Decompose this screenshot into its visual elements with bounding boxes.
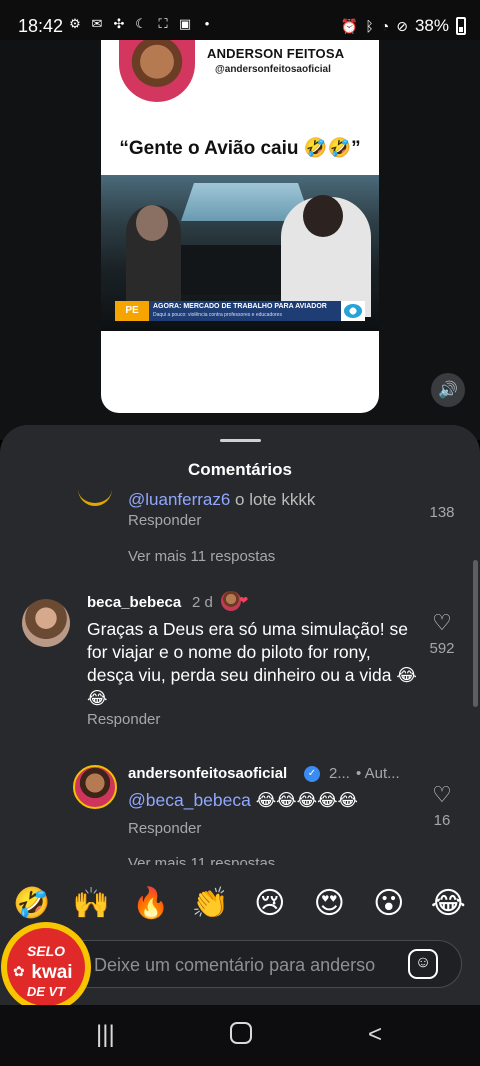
news-ticker: PE AGORA: MERCADO DE TRABALHO PARA AVIAD… [115, 301, 365, 321]
battery-percent: 38% [414, 16, 449, 35]
ticker-text: AGORA: MERCADO DE TRABALHO PARA AVIADOR … [149, 301, 341, 321]
like-count: 16 [433, 812, 451, 829]
ticker-logo: PE [115, 301, 149, 321]
comment-username[interactable]: beca_bebeca [87, 594, 181, 611]
comment-time: 2... [329, 765, 350, 782]
comment-time: 2 d [192, 594, 213, 611]
emoji-clap-button[interactable]: 👏 [184, 886, 236, 921]
like-count: 592 [429, 640, 455, 657]
emoji-surprised-button[interactable]: 😮 [363, 886, 415, 921]
gallery-icon: ▣ [178, 16, 192, 31]
status-right: ⏰ ᛒ ◔ ⊘ 38% [341, 16, 466, 36]
creator-photo [119, 40, 195, 102]
scrollbar[interactable] [473, 560, 478, 707]
wifi-icon: ◔ [380, 18, 390, 34]
author-tag: • Aut... [356, 765, 400, 782]
reply-button[interactable]: Responder [128, 512, 201, 529]
sheet-title: Comentários [188, 460, 292, 479]
seal-line3: DE VT [27, 984, 66, 999]
speaker-icon: 🔊 [438, 382, 458, 399]
card-creator-name: ANDERSON FEITOSA [207, 46, 345, 61]
seal-line1: SELO [27, 943, 65, 959]
sticker-icon: ☺ [414, 954, 432, 971]
like-count: 138 [429, 504, 455, 521]
cockpit-video-frame: PE AGORA: MERCADO DE TRABALHO PARA AVIAD… [101, 175, 379, 331]
comment-input[interactable]: Deixe um comentário para anderso ☺ [40, 940, 462, 988]
like-heart-icon[interactable]: ♡ [422, 610, 462, 636]
kwai-logo-icon: ✿ [13, 964, 25, 980]
mention-link[interactable]: @beca_bebeca [128, 790, 251, 810]
card-creator-handle: @andersonfeitosaoficial [215, 64, 331, 75]
bluetooth-icon: ᛒ [365, 18, 374, 34]
card-quote: “Gente o Avião caiu 🤣🤣” [119, 138, 361, 159]
emoji-crying-button[interactable]: 😢 [244, 886, 296, 921]
emoji-heart-eyes-button[interactable]: 😍 [303, 886, 355, 921]
reply-button[interactable]: Responder [128, 820, 201, 837]
creator-liked-avatar [221, 591, 241, 611]
reply-button[interactable]: Responder [87, 711, 160, 728]
seal-line2: kwai [31, 962, 72, 983]
sound-toggle-button[interactable]: 🔊 [431, 373, 465, 407]
comment-body: Graças a Deus era só uma simulação! se f… [87, 619, 417, 708]
pilot-right [281, 195, 371, 317]
comment-text: @luanferraz6 o lote kkkk [128, 490, 315, 510]
fan-icon: ✣ [113, 16, 125, 31]
avatar[interactable] [22, 599, 70, 647]
avatar[interactable] [78, 490, 112, 506]
more-dot-icon: • [204, 16, 210, 31]
settings-gear-icon: ⚙ [69, 16, 81, 31]
comment-input-placeholder: Deixe um comentário para anderso [94, 955, 376, 975]
comment-body: 😂😂😂😂😂 [250, 790, 358, 810]
globo-logo-icon [344, 304, 362, 318]
back-button[interactable]: < [368, 1021, 382, 1049]
alarm-icon: ⏰ [340, 17, 359, 34]
more-replies-link[interactable]: Ver mais 11 respostas [128, 548, 275, 565]
ticker-subline: Daqui a pouco: violência contra professo… [153, 312, 282, 318]
comment-text: @beca_bebeca 😂😂😂😂😂 [128, 789, 418, 812]
avatar[interactable] [73, 765, 117, 809]
comments-list[interactable]: @luanferraz6 o lote kkkk Responder 138 V… [0, 490, 480, 865]
emoji-laughing-button[interactable]: 😂 [422, 886, 474, 921]
kwai-seal-watermark: SELO kwai ✿ DE VT [1, 922, 91, 1012]
emoji-fire-button[interactable]: 🔥 [125, 886, 177, 921]
sheet-drag-handle[interactable] [220, 439, 261, 442]
ticker-headline: AGORA: MERCADO DE TRABALHO PARA AVIADOR [153, 303, 327, 310]
messenger-icon: ✉ [91, 16, 103, 31]
status-left-icons: ⚙ ✉ ✣ ☾ ⛶ ▣ • [68, 17, 214, 31]
more-replies-link[interactable]: Ver mais 11 respostas [128, 855, 275, 865]
moon-icon: ☾ [135, 16, 147, 31]
mention-link[interactable]: @luanferraz6 [128, 490, 230, 509]
recents-button[interactable]: ||| [96, 1021, 115, 1049]
battery-icon [456, 17, 466, 35]
pilot-left [126, 205, 181, 305]
verified-badge-icon: ✓ [304, 766, 320, 782]
like-heart-icon[interactable]: ♡ [422, 782, 462, 808]
screenshot-icon: ⛶ [158, 16, 168, 31]
sticker-button[interactable]: ☺ [408, 949, 438, 979]
system-nav-bar: ||| < [0, 1005, 480, 1066]
video-card[interactable]: ANDERSON FEITOSA @andersonfeitosaoficial… [101, 40, 379, 413]
creator-liked-heart-icon: ❤ [239, 595, 249, 607]
do-not-disturb-icon: ⊘ [396, 17, 408, 34]
status-time: 18:42 [18, 16, 64, 36]
comment-body: o lote kkkk [230, 490, 316, 509]
comment-username[interactable]: andersonfeitosaoficial [128, 765, 287, 782]
home-button[interactable] [230, 1022, 252, 1044]
